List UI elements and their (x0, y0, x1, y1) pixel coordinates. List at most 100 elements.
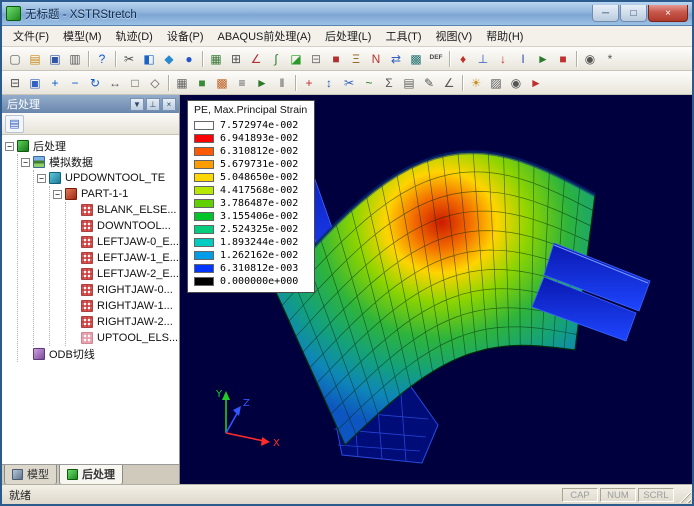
legend-entry: 6.310812e-003 (194, 262, 307, 275)
expander-icon[interactable]: − (53, 190, 62, 199)
legend-icon[interactable]: ≡ (232, 73, 252, 93)
springback-icon[interactable]: ⇄ (386, 49, 406, 69)
zoom-out-icon[interactable]: − (65, 73, 85, 93)
expander-icon[interactable]: − (21, 158, 30, 167)
menu-item-0[interactable]: 文件(F) (6, 26, 56, 46)
resize-grip[interactable] (678, 490, 691, 503)
menu-item-7[interactable]: 视图(V) (429, 26, 480, 46)
stop-icon[interactable]: ■ (553, 49, 573, 69)
new-file-icon[interactable]: ▢ (5, 49, 25, 69)
settings-icon[interactable]: * (600, 49, 620, 69)
record-icon[interactable]: ● (179, 49, 199, 69)
background-icon[interactable]: ▨ (486, 73, 506, 93)
tree-item-post-process[interactable]: −后处理 (5, 138, 179, 154)
panel-pin-button[interactable]: ⊥ (146, 98, 160, 111)
snapshot-icon[interactable]: ◉ (506, 73, 526, 93)
tree-layers-icon[interactable]: ▤ (5, 115, 24, 133)
angle-icon[interactable]: ∠ (439, 73, 459, 93)
surface-icon[interactable]: ◪ (286, 49, 306, 69)
measure-icon[interactable]: ∠ (246, 49, 266, 69)
layers-icon[interactable]: ⊟ (5, 73, 25, 93)
panel-header[interactable]: 后处理 ▼⊥× (2, 95, 179, 113)
viewport-3d[interactable]: PE, Max.Principal Strain 7.572974e-0026.… (180, 95, 692, 484)
elset-icon (81, 316, 93, 328)
tree-item-leftjaw-2-elset[interactable]: LEFTJAW-2_E... (69, 266, 179, 282)
section-icon[interactable]: ⊟ (306, 49, 326, 69)
sum-icon[interactable]: Σ (379, 73, 399, 93)
def-icon[interactable]: DEF (426, 49, 446, 69)
tab-postprocess[interactable]: 后处理 (59, 465, 123, 485)
fit-view-icon[interactable]: ▣ (25, 73, 45, 93)
tree-item-downtool-elset[interactable]: DOWNTOOL... (69, 218, 179, 234)
load-icon[interactable]: ↓ (493, 49, 513, 69)
panel-menu-button[interactable]: ▼ (130, 98, 144, 111)
tree-item-leftjaw-0-elset[interactable]: LEFTJAW-0_E... (69, 234, 179, 250)
tree-item-odb-cut[interactable]: ODB切线 (21, 346, 179, 362)
zoom-in-icon[interactable]: + (45, 73, 65, 93)
menu-item-4[interactable]: ABAQUS前处理(A) (211, 26, 319, 46)
tree-item-updowntool[interactable]: −UPDOWNTOOL_TE (37, 170, 179, 186)
light-icon[interactable]: ☀ (466, 73, 486, 93)
front-view-icon[interactable]: □ (125, 73, 145, 93)
bc-icon[interactable]: ⊥ (473, 49, 493, 69)
curve-icon[interactable]: ∫ (266, 49, 286, 69)
print-icon[interactable]: ▥ (65, 49, 85, 69)
minimize-button[interactable]: ─ (592, 5, 619, 22)
report-icon[interactable]: ▤ (399, 73, 419, 93)
cutplane-icon[interactable]: ✂ (339, 73, 359, 93)
menu-item-3[interactable]: 设备(P) (160, 26, 211, 46)
grid-icon[interactable]: ▦ (206, 49, 226, 69)
menu-item-5[interactable]: 后处理(L) (318, 26, 378, 46)
movie-icon[interactable]: ► (526, 73, 546, 93)
tree-item-rightjaw-2-elset[interactable]: RIGHTJAW-2... (69, 314, 179, 330)
panel-close-button[interactable]: × (162, 98, 176, 111)
pan-view-icon[interactable]: ↔ (105, 73, 125, 93)
tree-item-rightjaw-1-elset[interactable]: RIGHTJAW-1... (69, 298, 179, 314)
camera-icon[interactable]: ◉ (580, 49, 600, 69)
annotate-icon[interactable]: ✎ (419, 73, 439, 93)
tree-item-uptool-elset[interactable]: UPTOOL_ELS... (69, 330, 179, 346)
bluebird-icon[interactable]: ◆ (159, 49, 179, 69)
title-bar[interactable]: 无标题 - XSTRStretch ─□× (2, 2, 692, 26)
maximize-button[interactable]: □ (620, 5, 647, 22)
cut-icon[interactable]: ✂ (119, 49, 139, 69)
material-icon[interactable]: ♦ (453, 49, 473, 69)
open-folder-icon[interactable]: ▤ (25, 49, 45, 69)
close-button[interactable]: × (648, 5, 688, 22)
menu-item-6[interactable]: 工具(T) (378, 26, 428, 46)
elset-icon (81, 252, 93, 264)
job-icon[interactable]: ► (533, 49, 553, 69)
calculator-icon[interactable]: ⊞ (226, 49, 246, 69)
animate-icon[interactable]: ► (252, 73, 272, 93)
probe-icon[interactable]: + (299, 73, 319, 93)
clamp-icon[interactable]: Ξ (346, 49, 366, 69)
contour-icon[interactable]: ▩ (212, 73, 232, 93)
tree-item-leftjaw-1-elset[interactable]: LEFTJAW-1_E... (69, 250, 179, 266)
save-icon[interactable]: ▣ (45, 49, 65, 69)
wireframe-icon[interactable]: ▦ (172, 73, 192, 93)
legend-swatch (194, 212, 214, 221)
expander-icon[interactable]: − (5, 142, 14, 151)
die-icon[interactable]: ■ (326, 49, 346, 69)
toolbar-row-1: ▢▤▣▥?✂◧◆●▦⊞∠∫◪⊟■ΞN⇄▩DEF♦⊥↓I►■◉* (2, 47, 692, 71)
tree-item-rightjaw-0-elset[interactable]: RIGHTJAW-0... (69, 282, 179, 298)
trajectory-icon[interactable]: N (366, 49, 386, 69)
ibeam-icon[interactable]: I (513, 49, 533, 69)
menu-item-8[interactable]: 帮助(H) (479, 26, 530, 46)
shaded-icon[interactable]: ■ (192, 73, 212, 93)
pause-icon[interactable]: ‖ (272, 73, 292, 93)
minmax-icon[interactable]: ↕ (319, 73, 339, 93)
help-icon[interactable]: ? (92, 49, 112, 69)
tree-item-part-1-1[interactable]: −PART-1-1 (53, 186, 179, 202)
xyplot-icon[interactable]: ~ (359, 73, 379, 93)
toggle-panel-icon[interactable]: ◧ (139, 49, 159, 69)
expander-icon[interactable]: − (37, 174, 46, 183)
menu-item-1[interactable]: 模型(M) (56, 26, 109, 46)
mesh-icon[interactable]: ▩ (406, 49, 426, 69)
rotate-view-icon[interactable]: ↻ (85, 73, 105, 93)
tree-item-blank-elset[interactable]: BLANK_ELSE... (69, 202, 179, 218)
menu-item-2[interactable]: 轨迹(D) (109, 26, 160, 46)
iso-view-icon[interactable]: ◇ (145, 73, 165, 93)
tab-model[interactable]: 模型 (4, 465, 57, 485)
tree-item-sim-data[interactable]: −模拟数据 (21, 154, 179, 170)
